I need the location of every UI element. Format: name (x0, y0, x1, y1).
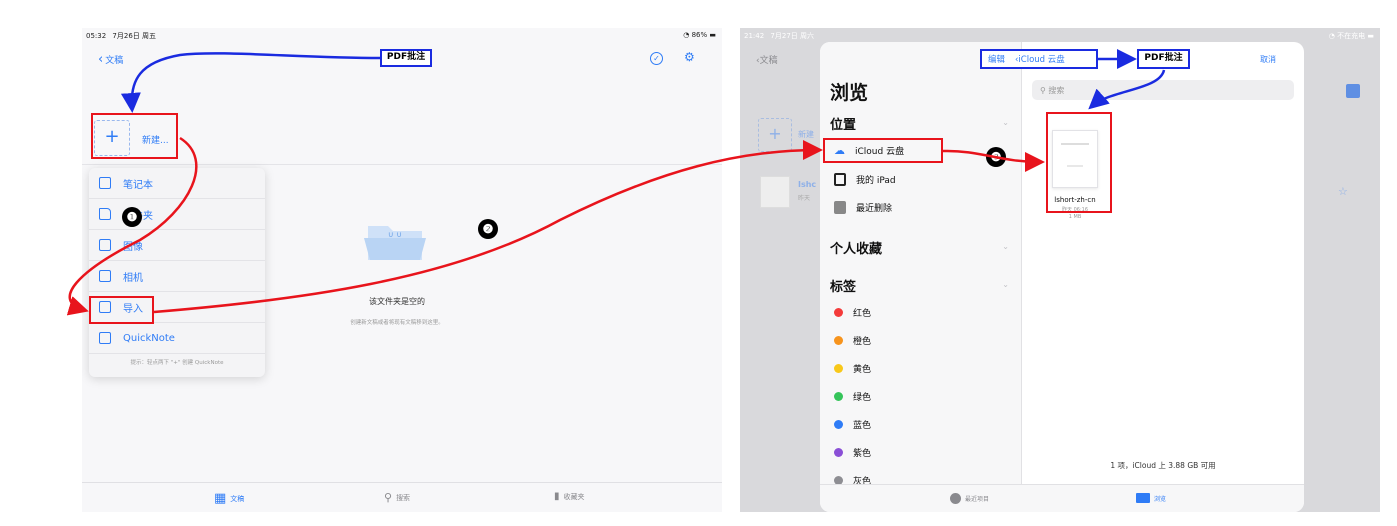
arrow-blue-down (1088, 69, 1166, 110)
arrow-blue-left (120, 52, 381, 113)
arrow-red-1 (66, 136, 198, 316)
annotation-arrows (66, 49, 1166, 316)
arrow-red-2 (153, 140, 823, 314)
arrow-red-3 (942, 149, 1045, 172)
